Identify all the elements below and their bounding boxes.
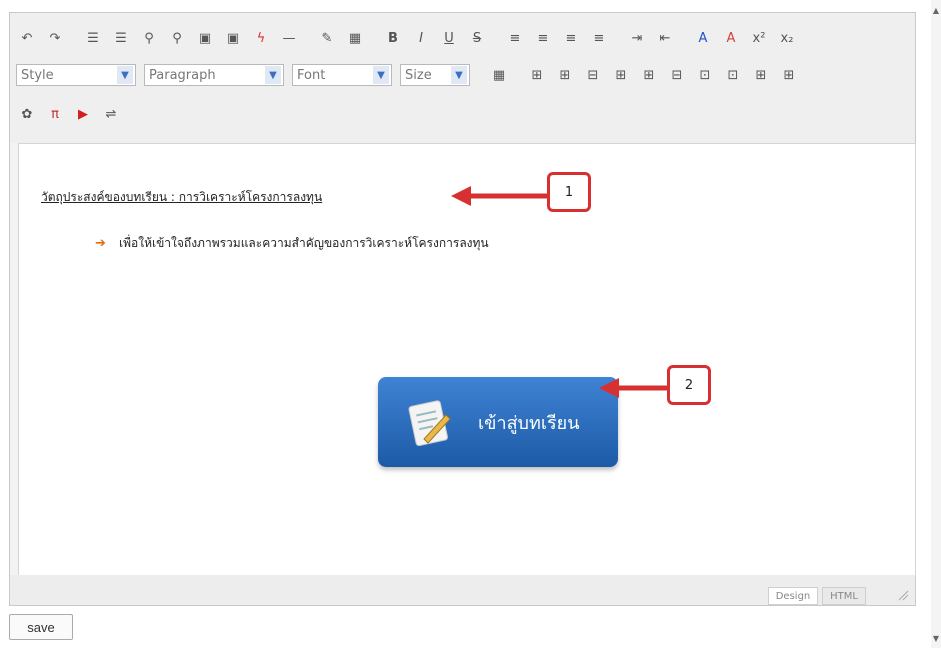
font-select-value: Font <box>297 67 326 83</box>
insert-col-before-icon[interactable]: ⊞ <box>610 64 632 86</box>
chevron-down-icon: ▼ <box>265 66 281 84</box>
page-break-icon[interactable]: ⇌ <box>100 103 122 125</box>
chevron-down-icon: ▼ <box>373 66 389 84</box>
editor-content-area[interactable]: วัตถุประสงค์ของบทเรียน : การวิเคราะห์โคร… <box>18 143 916 577</box>
table-icon[interactable]: ▦ <box>344 27 366 49</box>
paragraph-select-value: Paragraph <box>149 67 216 83</box>
size-select[interactable]: Size ▼ <box>400 64 470 86</box>
scroll-up-icon[interactable]: ▲ <box>931 4 941 16</box>
justify-icon[interactable]: ≡ <box>588 27 610 49</box>
resize-grip-icon[interactable] <box>897 589 909 601</box>
callout-1-arrow <box>451 186 547 206</box>
redo-icon[interactable]: ↷ <box>44 27 66 49</box>
table-tools-group: ▦ ⊞ ⊞ ⊟ ⊞ ⊞ ⊟ ⊡ ⊡ ⊞ ⊞ <box>478 64 806 86</box>
callout-marker-2: 2 <box>667 365 711 405</box>
text-color-icon[interactable]: A <box>692 27 714 49</box>
flash-icon[interactable]: ϟ <box>250 27 272 49</box>
horizontal-rule-icon[interactable]: — <box>278 27 300 49</box>
strikethrough-icon[interactable]: S <box>466 27 488 49</box>
size-select-value: Size <box>405 67 432 83</box>
italic-icon[interactable]: I <box>410 27 432 49</box>
chevron-down-icon: ▼ <box>117 66 133 84</box>
pi-icon[interactable]: π <box>44 103 66 125</box>
callout-1-number: 1 <box>564 184 574 200</box>
bold-icon[interactable]: B <box>382 27 404 49</box>
underline-icon[interactable]: U <box>438 27 460 49</box>
html-mode-tab[interactable]: HTML <box>822 587 866 605</box>
split-cells-icon[interactable]: ⊡ <box>722 64 744 86</box>
design-mode-tab[interactable]: Design <box>768 587 818 605</box>
youtube-icon[interactable]: ▶ <box>72 103 94 125</box>
page-scrollbar[interactable]: ▲ ▼ <box>931 0 941 648</box>
unordered-list-icon[interactable]: ☰ <box>110 27 132 49</box>
objective-text: เพื่อให้เข้าใจถึงภาพรวมและความสำคัญของกา… <box>119 236 489 250</box>
document-pen-icon <box>408 400 451 447</box>
align-center-icon[interactable]: ≡ <box>532 27 554 49</box>
row-props-icon[interactable]: ⊞ <box>778 64 800 86</box>
insert-row-after-icon[interactable]: ⊞ <box>554 64 576 86</box>
enter-lesson-label: เข้าสู่บทเรียน <box>478 412 580 434</box>
style-select-value: Style <box>21 67 54 83</box>
pencil-bullet-icon: ➔ <box>95 235 106 251</box>
objective-list-item: ➔ เพื่อให้เข้าใจถึงภาพรวมและความสำคัญของ… <box>95 234 489 253</box>
insert-table-icon[interactable]: ▦ <box>488 64 510 86</box>
style-select[interactable]: Style ▼ <box>16 64 136 86</box>
highlight-color-icon[interactable]: A <box>720 27 742 49</box>
font-select[interactable]: Font ▼ <box>292 64 392 86</box>
editor-status-bar: Design HTML <box>10 575 915 605</box>
scroll-down-icon[interactable]: ▼ <box>931 632 941 644</box>
toolbar-row-formatting: ↶ ↷ ☰ ☰ ⚲ ⚲ ▣ ▣ ϟ — ✎ ▦ B I U S ≡ ≡ ≡ ≡ ⇥ ⇤ A Ax² x₂ <box>16 27 804 49</box>
align-left-icon[interactable]: ≡ <box>504 27 526 49</box>
replace-icon[interactable]: ⚲ <box>166 27 188 49</box>
special-char-icon[interactable]: ✿ <box>16 103 38 125</box>
subscript-icon[interactable]: x₂ <box>776 27 798 49</box>
undo-icon[interactable]: ↶ <box>16 27 38 49</box>
superscript-icon[interactable]: x² <box>748 27 770 49</box>
cell-props-icon[interactable]: ⊞ <box>750 64 772 86</box>
media-icon[interactable]: ▣ <box>222 27 244 49</box>
insert-col-after-icon[interactable]: ⊞ <box>638 64 660 86</box>
delete-row-icon[interactable]: ⊟ <box>582 64 604 86</box>
image-icon[interactable]: ▣ <box>194 27 216 49</box>
align-right-icon[interactable]: ≡ <box>560 27 582 49</box>
save-button[interactable]: save <box>9 614 73 640</box>
find-icon[interactable]: ⚲ <box>138 27 160 49</box>
edit-icon[interactable]: ✎ <box>316 27 338 49</box>
enter-lesson-button[interactable]: เข้าสู่บทเรียน <box>378 377 618 467</box>
callout-2-arrow <box>599 378 669 398</box>
ordered-list-icon[interactable]: ☰ <box>82 27 104 49</box>
lesson-objective-heading: วัตถุประสงค์ของบทเรียน : การวิเคราะห์โคร… <box>41 190 323 204</box>
editor-toolbar: ↶ ↷ ☰ ☰ ⚲ ⚲ ▣ ▣ ϟ — ✎ ▦ B I U S ≡ ≡ ≡ ≡ ⇥ ⇤ A Ax² x₂ Style ▼ Par… <box>10 13 915 143</box>
rich-text-editor: ↶ ↷ ☰ ☰ ⚲ ⚲ ▣ ▣ ϟ — ✎ ▦ B I U S ≡ ≡ ≡ ≡ ⇥ ⇤ A Ax² x₂ Style ▼ Par… <box>9 12 916 606</box>
toolbar-row-selects: Style ▼ Paragraph ▼ Font ▼ Size ▼ ▦ ⊞ ⊞ ⊟ ⊞ ⊞… <box>16 64 806 86</box>
insert-row-before-icon[interactable]: ⊞ <box>526 64 548 86</box>
outdent-icon[interactable]: ⇤ <box>654 27 676 49</box>
delete-col-icon[interactable]: ⊟ <box>666 64 688 86</box>
toolbar-row-insert: ✿ π ▶ ⇌ <box>16 103 128 125</box>
merge-cells-icon[interactable]: ⊡ <box>694 64 716 86</box>
chevron-down-icon: ▼ <box>451 66 467 84</box>
indent-icon[interactable]: ⇥ <box>626 27 648 49</box>
callout-2-number: 2 <box>684 377 694 393</box>
callout-marker-1: 1 <box>547 172 591 212</box>
paragraph-select[interactable]: Paragraph ▼ <box>144 64 284 86</box>
